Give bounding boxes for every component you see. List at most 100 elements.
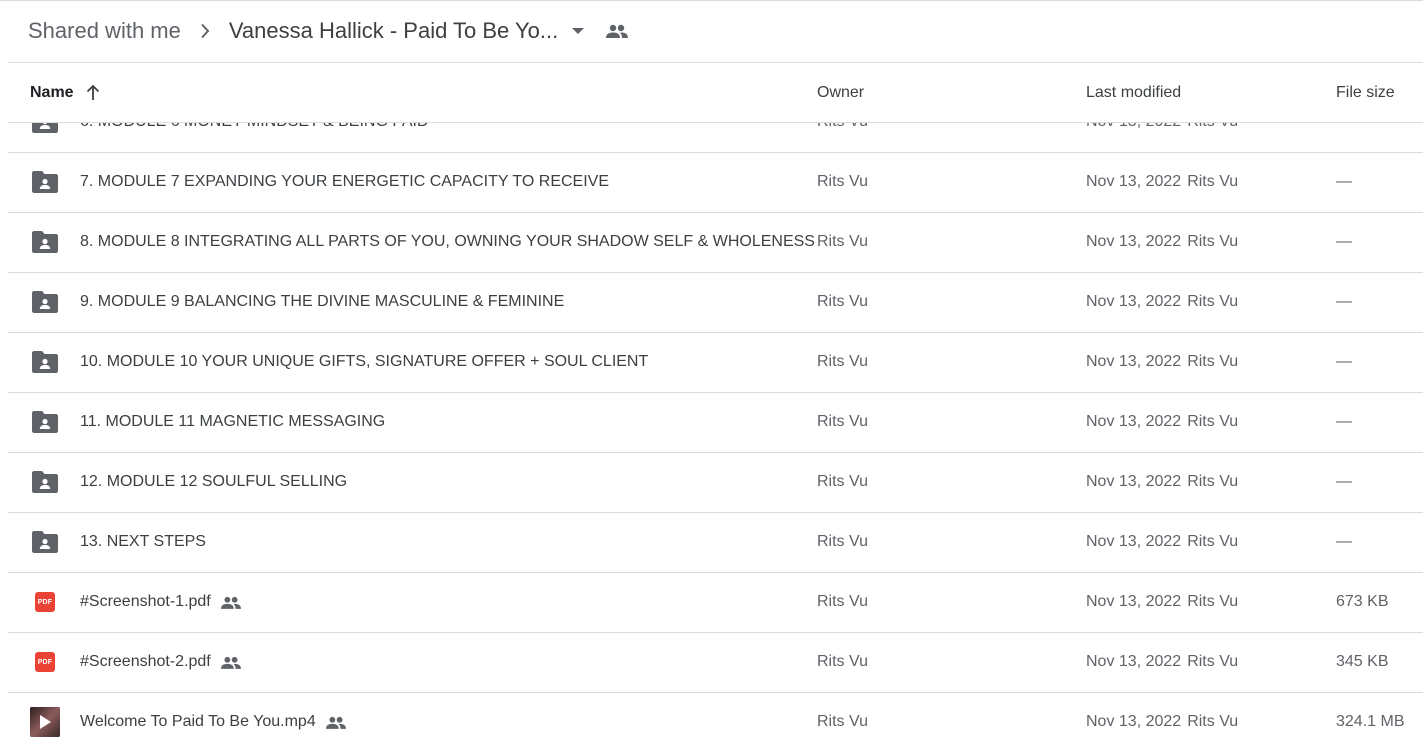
shared-people-icon	[220, 596, 241, 609]
file-size-cell: —	[1336, 473, 1352, 490]
owner-cell: Rits Vu	[817, 473, 868, 490]
modified-by: Rits Vu	[1187, 173, 1239, 190]
file-row[interactable]: 11. MODULE 11 MAGNETIC MESSAGING Rits Vu N…	[8, 392, 1423, 453]
modified-by: Rits Vu	[1187, 233, 1239, 250]
file-name-text: 9. MODULE 9 BALANCING THE DIVINE MASCULI…	[80, 293, 565, 310]
file-name-text: #Screenshot-2.pdf	[80, 653, 211, 670]
last-modified-cell: Nov 13, 2022 Rits Vu	[1086, 632, 1238, 692]
owner-cell: Rits Vu	[817, 173, 868, 190]
chevron-right-icon	[181, 23, 229, 39]
owner-cell: Rits Vu	[817, 533, 868, 550]
last-modified-cell: Nov 13, 2022 Rits Vu	[1086, 332, 1238, 392]
shared-folder-icon	[30, 332, 60, 392]
owner-cell: Rits Vu	[817, 593, 868, 610]
modified-date: Nov 13, 2022	[1086, 533, 1182, 550]
file-size-cell: 324.1 MB	[1336, 713, 1405, 730]
file-name-text: Welcome To Paid To Be You.mp4	[80, 713, 316, 730]
file-name[interactable]: 12. MODULE 12 SOULFUL SELLING	[80, 452, 347, 512]
file-row[interactable]: 12. MODULE 12 SOULFUL SELLING Rits Vu Nov …	[8, 452, 1423, 513]
shared-people-icon	[325, 716, 346, 729]
shared-folder-icon	[30, 152, 60, 212]
file-size-cell: 345 KB	[1336, 653, 1389, 670]
last-modified-cell: Nov 13, 2022 Rits Vu	[1086, 512, 1238, 572]
modified-date: Nov 13, 2022	[1086, 173, 1182, 190]
last-modified-cell: Nov 13, 2022 Rits Vu	[1086, 692, 1238, 743]
file-size-cell: —	[1336, 293, 1352, 310]
last-modified-cell: Nov 13, 2022 Rits Vu	[1086, 572, 1238, 632]
modified-by: Rits Vu	[1187, 353, 1239, 370]
column-owner-header[interactable]: Owner	[817, 63, 864, 122]
owner-cell: Rits Vu	[817, 413, 868, 430]
shared-folder-icon	[30, 212, 60, 272]
modified-by: Rits Vu	[1187, 593, 1239, 610]
file-row[interactable]: 10. MODULE 10 YOUR UNIQUE GIFTS, SIGNATU…	[8, 332, 1423, 393]
owner-cell: Rits Vu	[817, 233, 868, 250]
shared-folder-icon	[30, 272, 60, 332]
last-modified-cell: Nov 13, 2022 Rits Vu	[1086, 152, 1238, 212]
modified-by: Rits Vu	[1187, 653, 1239, 670]
column-header: Name Owner Last modified File size	[8, 63, 1423, 123]
file-size-cell: —	[1336, 173, 1352, 190]
file-name-text: 8. MODULE 8 INTEGRATING ALL PARTS OF YOU…	[80, 233, 815, 250]
file-name[interactable]: 8. MODULE 8 INTEGRATING ALL PARTS OF YOU…	[80, 212, 815, 272]
file-size-cell: —	[1336, 353, 1352, 370]
modified-by: Rits Vu	[1187, 713, 1239, 730]
file-list: 6. MODULE 6 MONEY MINDSET & BEING PAIDRi…	[8, 92, 1423, 743]
breadcrumb-current-folder[interactable]: Vanessa Hallick - Paid To Be Yo...	[229, 18, 558, 44]
modified-by: Rits Vu	[1187, 473, 1239, 490]
file-name[interactable]: #Screenshot-1.pdf	[80, 572, 241, 632]
file-name[interactable]: 7. MODULE 7 EXPANDING YOUR ENERGETIC CAP…	[80, 152, 609, 212]
file-name[interactable]: 10. MODULE 10 YOUR UNIQUE GIFTS, SIGNATU…	[80, 332, 648, 392]
breadcrumb: Shared with me Vanessa Hallick - Paid To…	[28, 0, 629, 62]
owner-cell: Rits Vu	[817, 653, 868, 670]
file-row[interactable]: 7. MODULE 7 EXPANDING YOUR ENERGETIC CAP…	[8, 152, 1423, 213]
modified-date: Nov 13, 2022	[1086, 233, 1182, 250]
pdf-icon: PDF	[30, 632, 60, 692]
file-row[interactable]: PDF #Screenshot-2.pdf Rits Vu Nov 13, 2022 R…	[8, 632, 1423, 693]
last-modified-cell: Nov 13, 2022 Rits Vu	[1086, 452, 1238, 512]
owner-cell: Rits Vu	[817, 353, 868, 370]
file-name-text: 11. MODULE 11 MAGNETIC MESSAGING	[80, 413, 386, 430]
file-name[interactable]: 11. MODULE 11 MAGNETIC MESSAGING	[80, 392, 385, 452]
modified-date: Nov 13, 2022	[1086, 293, 1182, 310]
file-row[interactable]: 8. MODULE 8 INTEGRATING ALL PARTS OF YOU…	[8, 212, 1423, 273]
last-modified-cell: Nov 13, 2022 Rits Vu	[1086, 212, 1238, 272]
pdf-badge-text: PDF	[35, 592, 55, 612]
modified-by: Rits Vu	[1187, 533, 1239, 550]
shared-people-icon[interactable]	[606, 24, 629, 38]
file-size-cell: —	[1336, 533, 1352, 550]
file-name-text: 10. MODULE 10 YOUR UNIQUE GIFTS, SIGNATU…	[80, 353, 649, 370]
breadcrumb-shared-with-me[interactable]: Shared with me	[28, 14, 181, 48]
modified-date: Nov 13, 2022	[1086, 413, 1182, 430]
shared-people-icon	[220, 656, 241, 669]
file-name[interactable]: #Screenshot-2.pdf	[80, 632, 241, 692]
shared-folder-icon	[30, 512, 60, 572]
column-name-header[interactable]: Name	[30, 63, 100, 122]
pdf-icon: PDF	[30, 572, 60, 632]
modified-date: Nov 13, 2022	[1086, 473, 1182, 490]
file-name-text: 7. MODULE 7 EXPANDING YOUR ENERGETIC CAP…	[80, 173, 610, 190]
modified-date: Nov 13, 2022	[1086, 353, 1182, 370]
file-row[interactable]: 13. NEXT STEPS Rits Vu Nov 13, 2022 Rits Vu…	[8, 512, 1423, 573]
file-size-cell: 673 KB	[1336, 593, 1389, 610]
shared-folder-icon	[30, 392, 60, 452]
file-name[interactable]: Welcome To Paid To Be You.mp4	[80, 692, 346, 743]
modified-date: Nov 13, 2022	[1086, 593, 1182, 610]
dropdown-arrow-icon[interactable]	[572, 27, 585, 35]
modified-by: Rits Vu	[1187, 293, 1239, 310]
file-name[interactable]: 9. MODULE 9 BALANCING THE DIVINE MASCULI…	[80, 272, 564, 332]
video-thumbnail-icon	[30, 692, 60, 743]
modified-date: Nov 13, 2022	[1086, 713, 1182, 730]
owner-cell: Rits Vu	[817, 293, 868, 310]
file-row[interactable]: Welcome To Paid To Be You.mp4 Rits Vu Nov …	[8, 692, 1423, 743]
last-modified-cell: Nov 13, 2022 Rits Vu	[1086, 392, 1238, 452]
column-name-label: Name	[30, 83, 74, 101]
file-row[interactable]: 9. MODULE 9 BALANCING THE DIVINE MASCULI…	[8, 272, 1423, 333]
column-last-modified-header[interactable]: Last modified	[1086, 63, 1181, 122]
arrow-up-icon[interactable]	[86, 84, 100, 101]
column-file-size-header[interactable]: File size	[1336, 63, 1395, 122]
file-size-cell: —	[1336, 413, 1352, 430]
file-name[interactable]: 13. NEXT STEPS	[80, 512, 206, 572]
file-name-text: #Screenshot-1.pdf	[80, 593, 211, 610]
file-row[interactable]: PDF #Screenshot-1.pdf Rits Vu Nov 13, 2022 R…	[8, 572, 1423, 633]
